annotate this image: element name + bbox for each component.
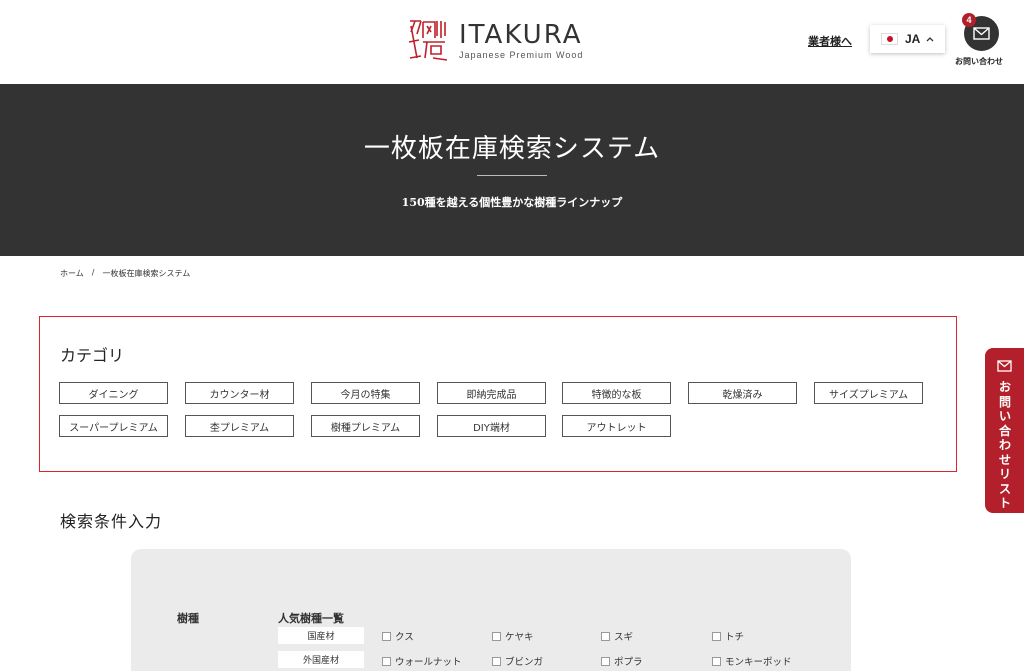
category-button-dining[interactable]: ダイニング (59, 382, 168, 404)
checkbox-box[interactable] (382, 656, 391, 666)
checkbox-tochi[interactable]: トチ (712, 629, 744, 643)
logo-subtitle: Japanese Premium Wood (459, 49, 584, 60)
checkbox-box[interactable] (492, 656, 501, 666)
inquiry-list-label: お問い合わせリスト (998, 380, 1011, 510)
checkbox-walnut[interactable]: ウォールナット (382, 654, 462, 668)
checkbox-label: ポプラ (614, 657, 643, 668)
contact-label[interactable]: お問い合わせ (955, 56, 1003, 67)
breadcrumb-separator: / (91, 268, 95, 277)
language-label: JA (905, 32, 921, 46)
breadcrumb-home[interactable]: ホーム (60, 268, 84, 279)
category-section: カテゴリ ダイニング カウンター材 今月の特集 即納完成品 特徴的な板 乾燥済み… (39, 316, 957, 472)
hero-banner: 一枚板在庫検索システム 150種を越える個性豊かな樹種ラインナップ (0, 84, 1024, 256)
page-subtitle: 150種を越える個性豊かな樹種ラインナップ (401, 196, 623, 209)
contact-count-badge: 4 (962, 13, 976, 27)
checkbox-monkeypod[interactable]: モンキーポッド (712, 654, 792, 668)
itakura-seal-icon (408, 20, 448, 61)
checkbox-box[interactable] (712, 656, 721, 666)
category-button-dried[interactable]: 乾燥済み (688, 382, 797, 404)
checkbox-label: ウォールナット (395, 657, 462, 668)
tree-species-label: 樹種 (177, 612, 199, 625)
checkbox-label: ケヤキ (505, 632, 534, 643)
checkbox-keyaki[interactable]: ケヤキ (492, 629, 534, 643)
checkbox-label: モンキーポッド (725, 657, 792, 668)
checkbox-label: ブビンガ (505, 657, 544, 668)
logo-name: ITAKURA (459, 19, 583, 50)
category-button-size-premium[interactable]: サイズプレミアム (814, 382, 923, 404)
category-button-counter[interactable]: カウンター材 (185, 382, 294, 404)
category-button-super-premium[interactable]: スーパープレミアム (59, 415, 168, 437)
site-logo[interactable]: ITAKURA Japanese Premium Wood (407, 18, 583, 62)
breadcrumb: ホーム / 一枚板在庫検索システム (60, 268, 190, 279)
japan-flag-icon (881, 33, 898, 45)
checkbox-box[interactable] (492, 631, 501, 641)
checkbox-box[interactable] (601, 656, 610, 666)
search-panel: 樹種 人気樹種一覧 国産材 クス ケヤキ スギ トチ 外国産材 ウォールナット … (131, 549, 851, 671)
checkbox-box[interactable] (382, 631, 391, 641)
mail-icon (997, 360, 1012, 372)
search-section-title: 検索条件入力 (60, 512, 163, 531)
category-button-grain-premium[interactable]: 杢プレミアム (185, 415, 294, 437)
inquiry-list-tab[interactable]: お問い合わせリスト (985, 348, 1024, 513)
checkbox-label: クス (395, 632, 414, 643)
group-label-foreign: 外国産材 (278, 651, 364, 668)
checkbox-poplar[interactable]: ポプラ (601, 654, 643, 668)
popular-species-title: 人気樹種一覧 (278, 612, 344, 625)
category-button-distinctive[interactable]: 特徴的な板 (562, 382, 671, 404)
category-button-monthly-feature[interactable]: 今月の特集 (311, 382, 420, 404)
category-button-outlet[interactable]: アウトレット (562, 415, 671, 437)
checkbox-label: スギ (614, 632, 634, 643)
checkbox-box[interactable] (712, 631, 721, 641)
mail-icon (973, 27, 990, 40)
category-button-diy-offcuts[interactable]: DIY端材 (437, 415, 546, 437)
business-link[interactable]: 業者様へ (808, 33, 852, 49)
category-button-species-premium[interactable]: 樹種プレミアム (311, 415, 420, 437)
checkbox-bubinga[interactable]: ブビンガ (492, 654, 543, 668)
language-selector[interactable]: JA (870, 25, 945, 53)
checkbox-sugi[interactable]: スギ (601, 629, 633, 643)
page-title: 一枚板在庫検索システム (363, 134, 661, 164)
group-label-domestic: 国産材 (278, 627, 364, 644)
category-button-ready-made[interactable]: 即納完成品 (437, 382, 546, 404)
hero-divider (477, 175, 547, 176)
checkbox-kusu[interactable]: クス (382, 629, 414, 643)
checkbox-label: トチ (725, 632, 745, 643)
category-title: カテゴリ (60, 346, 125, 365)
breadcrumb-current: 一枚板在庫検索システム (102, 269, 191, 278)
chevron-up-icon (926, 37, 934, 42)
site-header: ITAKURA Japanese Premium Wood 業者様へ JA 4 … (0, 0, 1024, 84)
checkbox-box[interactable] (601, 631, 610, 641)
